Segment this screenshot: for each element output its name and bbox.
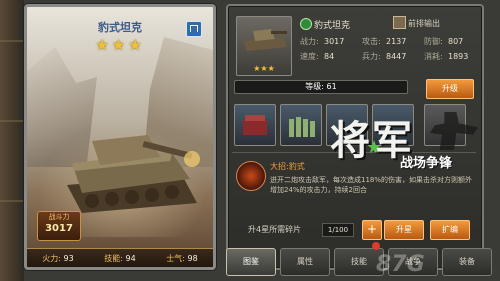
stat-item: 兵力: 8447 [362, 52, 407, 61]
stat-morale: 士气: 98 [166, 253, 198, 263]
tank-thumbnail-icon [243, 29, 287, 51]
card-footer-stats: 火力: 93 技能: 94 士气: 98 [27, 248, 213, 267]
shells-icon [289, 117, 315, 137]
stat-item: 消耗: 1893 [424, 52, 469, 61]
stat-item: 攻击: 2137 [362, 37, 407, 46]
fragment-count: 1/100 [322, 223, 354, 237]
stats-grid: 战力: 3017 攻击: 2137 防御: 807 速度: 84 兵力: 8447 消耗:… [300, 34, 478, 64]
stats-row: 战力: 3017 攻击: 2137 防御: 807 [300, 34, 478, 49]
expand-button[interactable]: 扩编 [430, 220, 470, 240]
power-label: 战斗力 [48, 213, 70, 221]
star-icon: ★ [366, 137, 383, 158]
stat-firepower: 火力: 93 [42, 253, 74, 263]
unit-thumbnail: ★★★ [236, 16, 292, 76]
tab-equipment[interactable]: 装备 [442, 248, 492, 276]
site-watermark: 87G [376, 252, 425, 277]
skill-description: 迸开二炮攻击敌军，每次造成118%的伤害，如果击杀对方则额外增加24%的攻击力，… [270, 176, 473, 194]
unit-role: 前排输出 [408, 19, 440, 28]
card-stars: ★★★ [95, 36, 145, 54]
stat-skill: 技能: 94 [104, 253, 136, 263]
notification-dot [372, 242, 380, 250]
equipment-slot-shells[interactable] [280, 104, 322, 146]
soldier-silhouette [430, 112, 478, 150]
upgrade-button[interactable]: 升级 [426, 79, 474, 99]
tab-codex[interactable]: 图鉴 [226, 248, 276, 276]
stat-item: 速度: 84 [300, 52, 335, 61]
thumbnail-stars: ★★★ [253, 64, 275, 73]
level-text: 等级: 61 [305, 82, 337, 91]
level-progress-bar: 等级: 61 [234, 80, 408, 94]
stats-row: 速度: 84 兵力: 8447 消耗: 1893 [300, 49, 478, 64]
unit-name: 豹式坦克 [314, 21, 351, 31]
stat-item: 战力: 3017 [300, 37, 345, 46]
power-value: 3017 [45, 223, 73, 234]
logo-subtitle: 战场争锋 [400, 156, 453, 171]
fragment-label: 升4星所需碎片 [248, 225, 302, 234]
role-icon [393, 16, 406, 29]
unit-card[interactable]: 豹式坦克 ★★★ 战斗力 3017 火力: 93 技能: 94 士气: 98 [24, 4, 216, 270]
tab-attributes[interactable]: 属性 [280, 248, 330, 276]
star-up-button[interactable]: 升星 [384, 220, 424, 240]
ammo-box-icon [243, 115, 267, 135]
bottom-tab-bar: 图鉴 属性 技能 战争 装备 [226, 246, 492, 280]
unit-type-icon [300, 18, 312, 30]
equipment-slot-ammo-box[interactable] [234, 104, 276, 146]
game-logo: 将军 ★ 战场争锋 [330, 108, 500, 172]
left-edge-background [0, 0, 24, 281]
add-fragment-button[interactable]: + [362, 220, 382, 240]
skill-icon[interactable] [236, 161, 266, 191]
skill-name: 大招:豹式 [270, 162, 305, 171]
stat-item: 防御: 807 [424, 37, 464, 46]
tank-illustration [67, 135, 200, 213]
card-type-icon [186, 21, 202, 37]
power-badge: 战斗力 3017 [37, 211, 81, 241]
